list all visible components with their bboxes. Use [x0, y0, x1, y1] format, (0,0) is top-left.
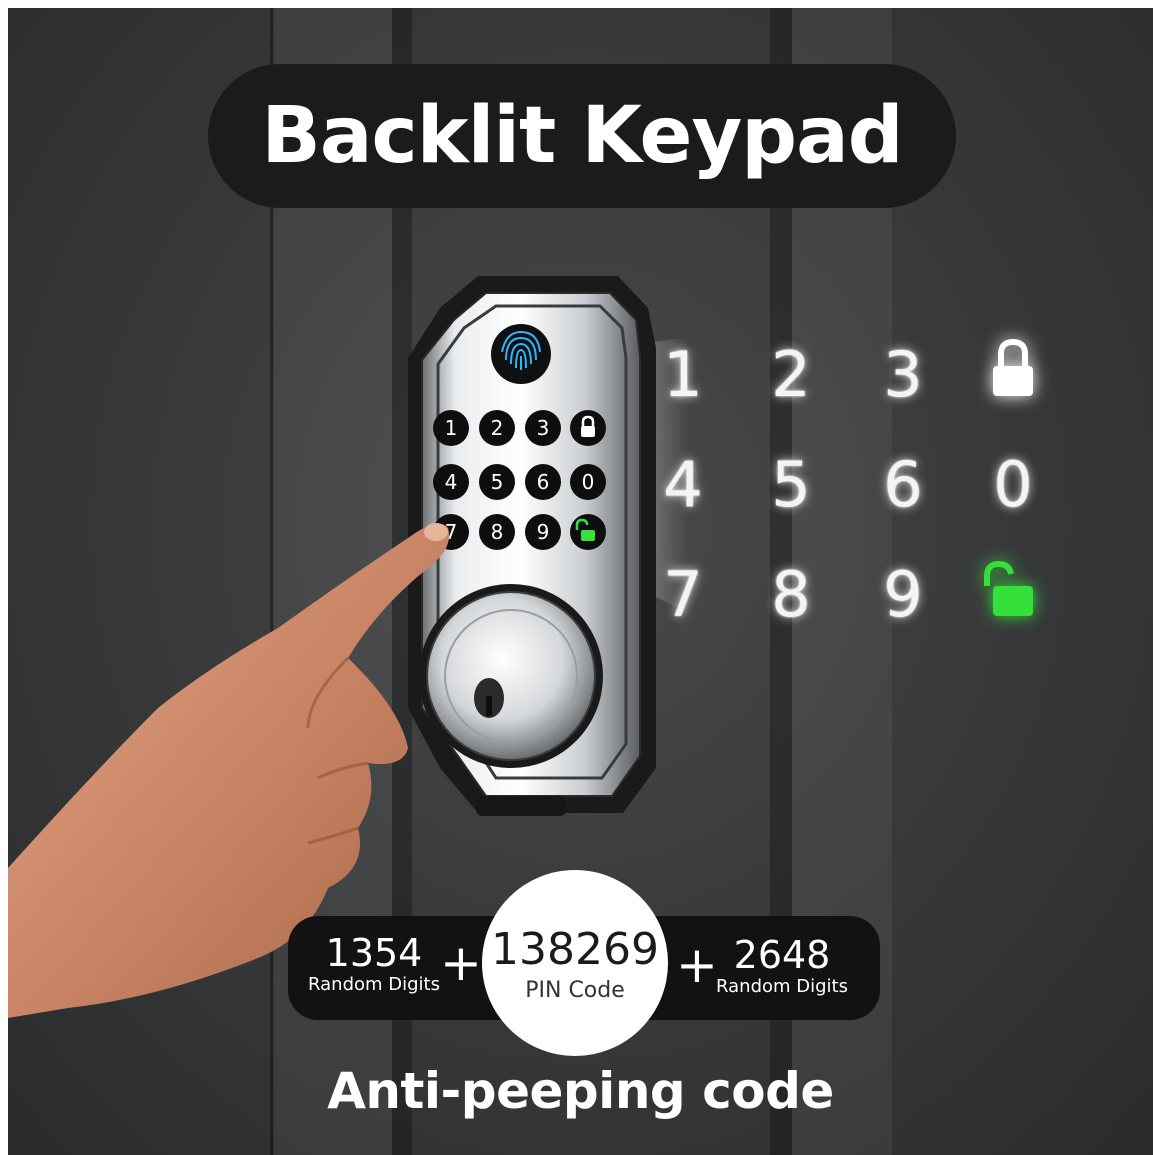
deadbolt-knob	[426, 591, 596, 761]
right-random-label: Random Digits	[716, 976, 848, 997]
device-key-label: 2	[491, 416, 504, 440]
product-image: Backlit Keypad 1 2 3 4 5 6 0 7 8 9 1 2 3…	[8, 8, 1153, 1155]
display-key-8: 8	[771, 558, 811, 631]
display-key-4: 4	[663, 448, 703, 521]
left-random-label: Random Digits	[308, 974, 440, 995]
display-key-7: 7	[663, 558, 703, 631]
display-key-3: 3	[883, 338, 923, 411]
lock-icon	[993, 338, 1033, 396]
display-key-5: 5	[771, 448, 811, 521]
pin-code-digits: 138269	[491, 924, 659, 975]
display-key-0: 0	[993, 448, 1033, 521]
display-key-9: 9	[883, 558, 923, 631]
unlock-icon	[984, 560, 1033, 616]
display-key-6: 6	[883, 448, 923, 521]
device-key-label: 8	[491, 520, 504, 544]
plus-sign-left: +	[440, 934, 482, 992]
device-key-label: 5	[491, 470, 504, 494]
device-key-label: 6	[537, 470, 550, 494]
display-key-1: 1	[663, 338, 703, 411]
device-key-label: 1	[445, 416, 458, 440]
pin-code-label: PIN Code	[525, 978, 625, 1003]
device-key-label: 9	[537, 520, 550, 544]
keyhole-slot	[486, 696, 492, 716]
device-key-label: 4	[445, 470, 458, 494]
device-key-label: 0	[582, 470, 595, 494]
lock-bottom-latch	[476, 796, 566, 816]
left-random-digits: 1354	[325, 931, 423, 975]
anti-peeping-title: Anti-peeping code	[327, 1062, 834, 1120]
lock-icon	[581, 426, 595, 437]
unlock-icon	[581, 530, 595, 541]
device-key-label: 3	[537, 416, 550, 440]
display-key-2: 2	[771, 338, 811, 411]
right-random-digits: 2648	[733, 933, 831, 977]
